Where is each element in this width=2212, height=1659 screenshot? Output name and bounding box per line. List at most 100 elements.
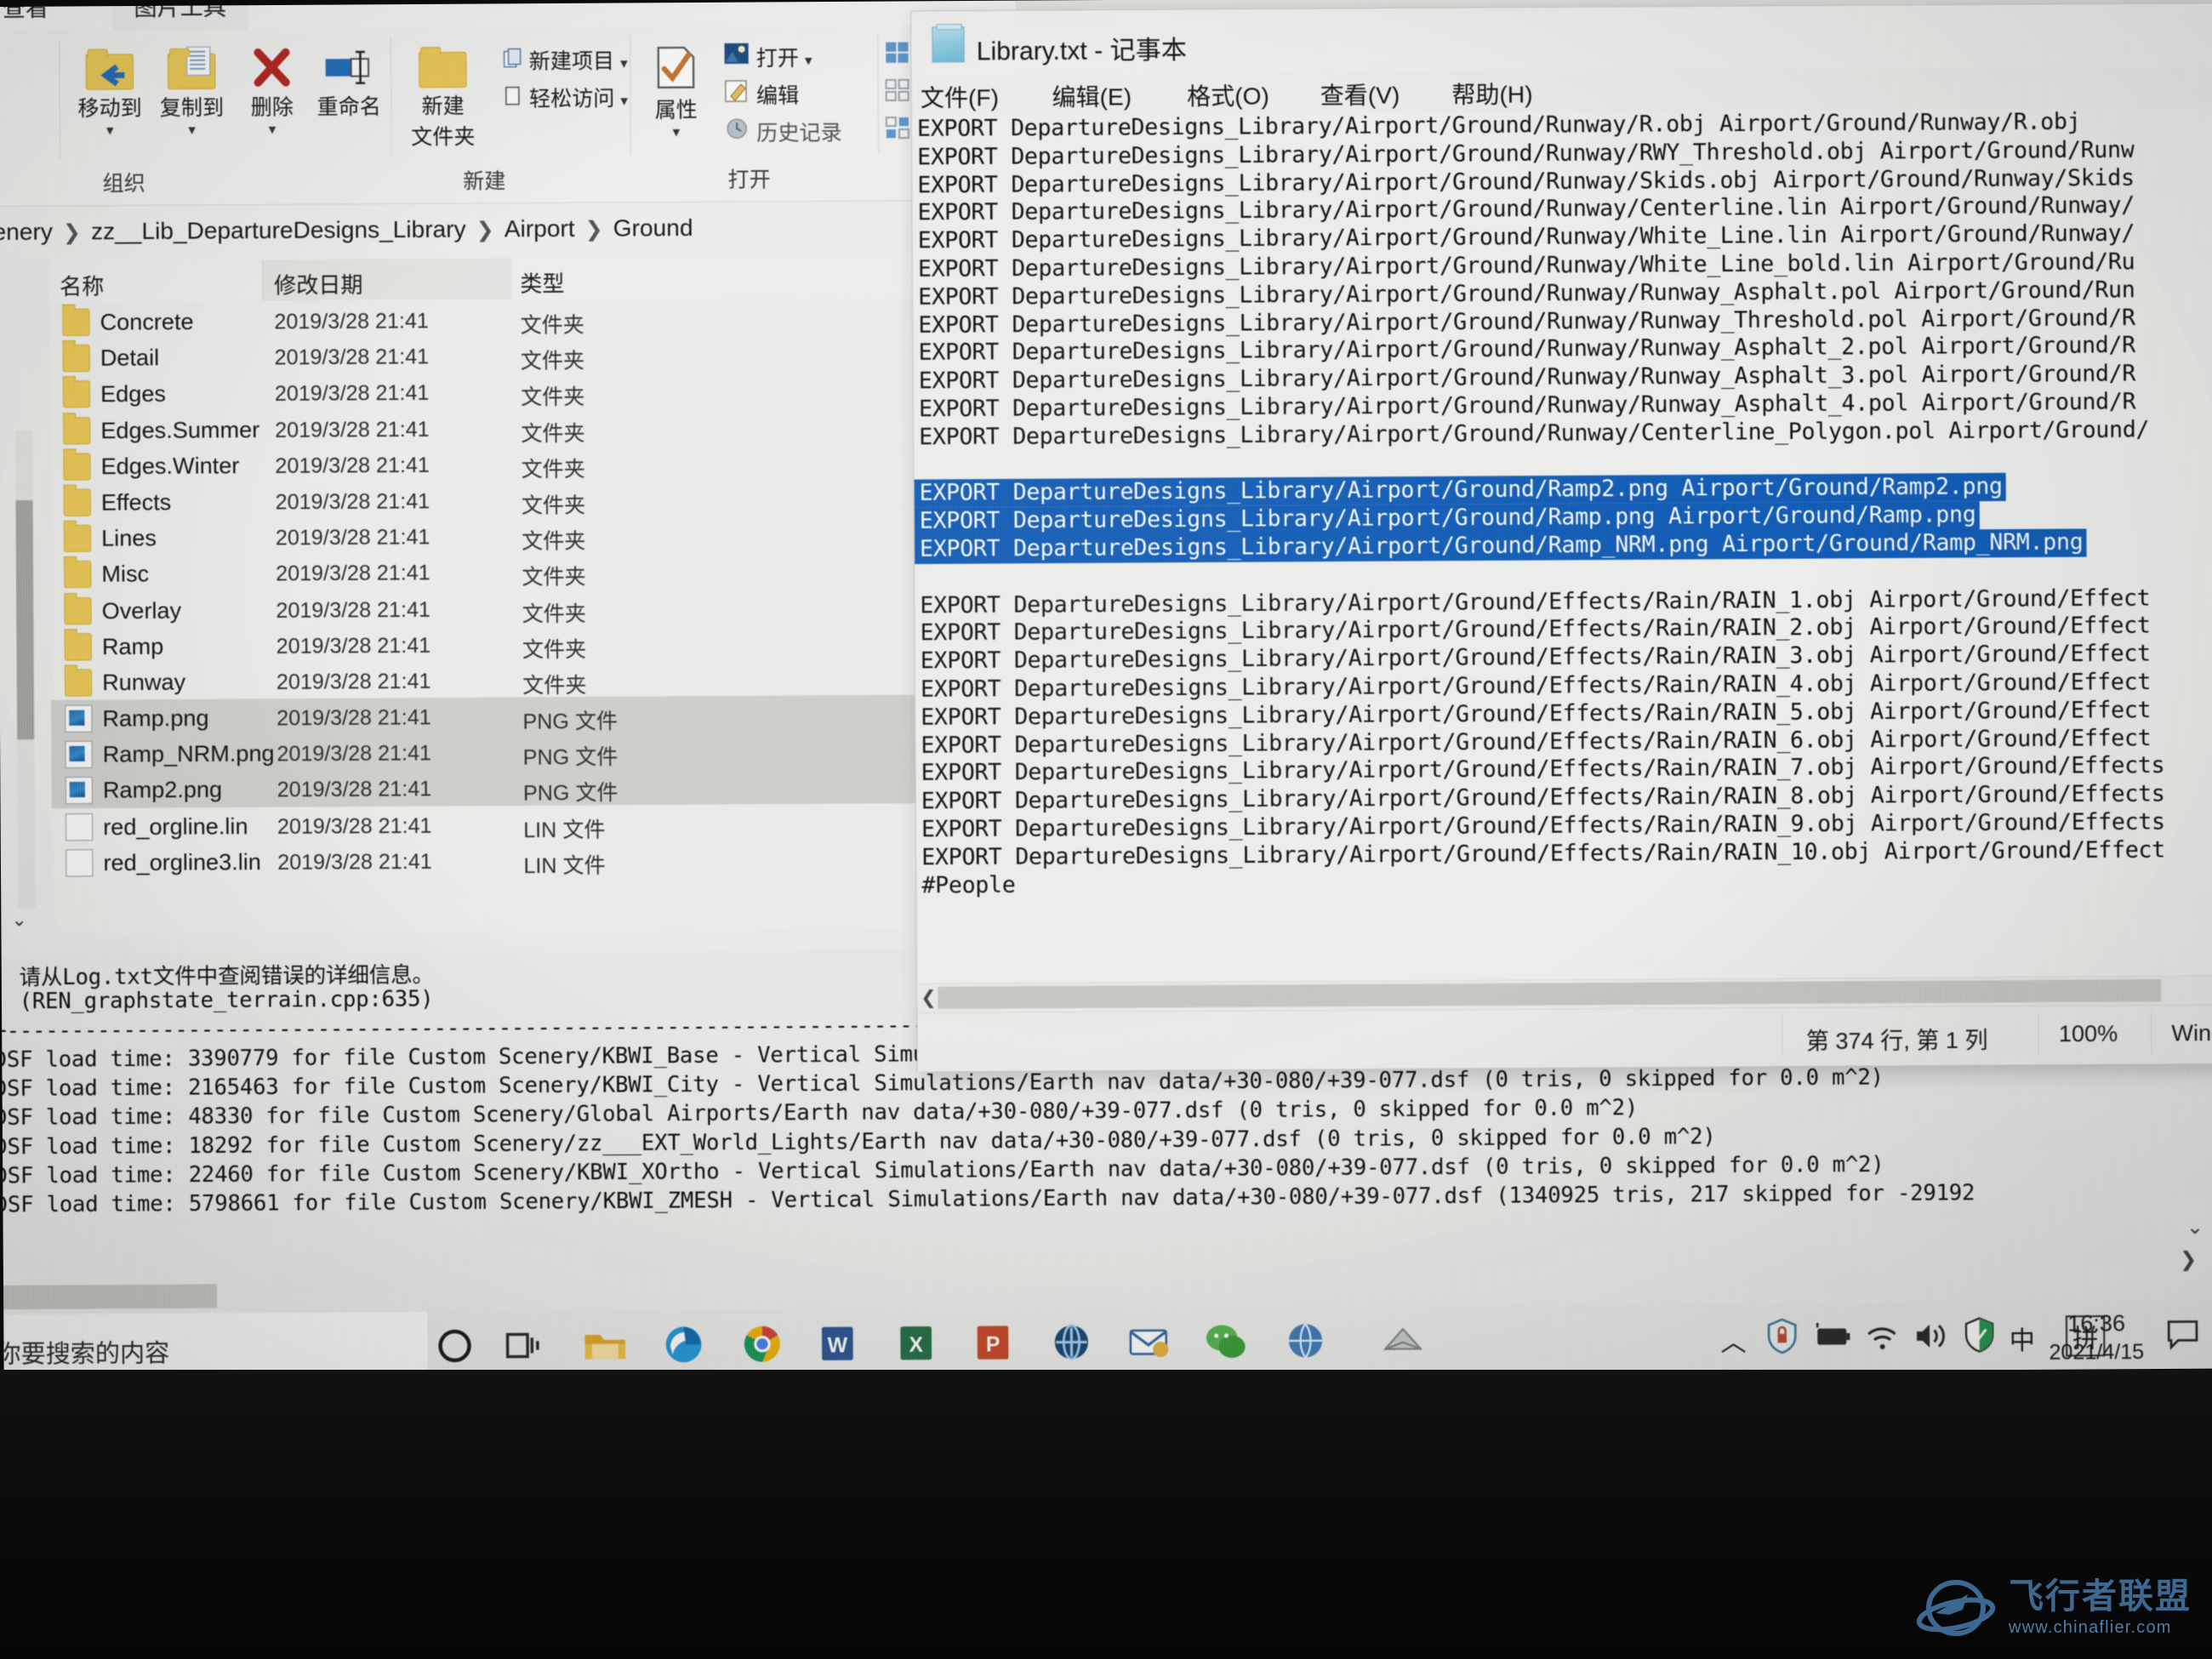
edit-item[interactable]: 编辑 — [724, 79, 800, 111]
breadcrumb-item-0[interactable]: stom Scenery — [0, 219, 53, 246]
table-row[interactable]: Detail 2019/3/28 21:41 文件夹 — [48, 334, 1018, 375]
column-header-type[interactable]: 类型 — [520, 266, 564, 298]
breadcrumb-item-3[interactable]: Ground — [613, 214, 693, 242]
move-to-caret-icon[interactable]: ▾ — [106, 123, 114, 139]
table-row[interactable]: Ramp 2019/3/28 21:41 文件夹 — [51, 622, 1020, 664]
copy-to-caret-icon[interactable]: ▾ — [188, 122, 196, 138]
table-row[interactable]: Misc 2019/3/28 21:41 文件夹 — [50, 550, 1019, 592]
notepad-status-eol[interactable]: Wind — [2171, 1020, 2212, 1047]
tray-security-icon[interactable] — [1765, 1317, 1799, 1354]
table-row[interactable]: Lines 2019/3/28 21:41 文件夹 — [50, 514, 1019, 556]
log-scroll-down-icon[interactable]: ⌄ — [2186, 1215, 2203, 1240]
tray-defender-icon[interactable] — [1961, 1316, 1997, 1354]
properties-caret-icon[interactable]: ▾ — [673, 124, 681, 140]
file-date: 2019/3/28 21:41 — [275, 453, 430, 478]
new-item-label[interactable]: 新建项目 ▾ — [503, 44, 628, 76]
menu-help[interactable]: 帮助(H) — [1451, 76, 1532, 111]
file-name: red_orgline.lin — [103, 812, 248, 840]
column-header-date[interactable]: 修改日期 — [274, 268, 363, 300]
new-item-caret-icon[interactable]: ▾ — [620, 55, 628, 71]
column-header-name[interactable]: 名称 — [60, 269, 104, 300]
easy-access-caret-icon[interactable]: ▾ — [620, 93, 628, 109]
folder-icon — [63, 524, 92, 553]
file-explorer-icon[interactable] — [583, 1323, 628, 1368]
delete-caret-icon[interactable]: ▾ — [269, 122, 276, 138]
edge-icon[interactable] — [661, 1322, 706, 1367]
file-type: 文件夹 — [522, 565, 586, 590]
folder-icon — [63, 416, 91, 445]
file-type: 文件夹 — [521, 457, 586, 482]
word-icon[interactable]: W — [815, 1321, 860, 1366]
new-folder-button[interactable]: 新建 文件夹 — [397, 47, 488, 151]
table-row[interactable]: red_orgline.lin 2019/3/28 21:41 LIN 文件 — [52, 802, 1021, 844]
table-row[interactable]: Ramp_NRM.png 2019/3/28 21:41 PNG 文件 — [51, 730, 1021, 772]
nav-chevron-down-icon[interactable]: ⌄ — [11, 909, 27, 931]
action-center-icon[interactable] — [2164, 1318, 2200, 1350]
notepad-status-divider-1 — [2038, 1013, 2039, 1055]
breadcrumb-bar[interactable]: stom Scenery ❯ zz__Lib_DepartureDesigns_Li… — [0, 200, 1018, 261]
chrome-icon[interactable] — [740, 1322, 785, 1367]
easy-access-icon — [504, 86, 529, 112]
copy-to-button[interactable]: 复制到 ▾ — [146, 46, 237, 139]
table-row[interactable]: Overlay 2019/3/28 21:41 文件夹 — [50, 586, 1019, 628]
tray-wifi-icon[interactable] — [1862, 1320, 1900, 1353]
table-row[interactable]: Effects 2019/3/28 21:41 文件夹 — [49, 478, 1018, 520]
notepad-status-zoom[interactable]: 100% — [2059, 1021, 2118, 1048]
edit-icon — [724, 79, 756, 109]
navigation-pane: McCurd ⌃ cal Simul. Designs_ ⌄ — [0, 259, 54, 935]
search-placeholder: 入你要搜索的内容 — [0, 1340, 170, 1369]
wechat-icon[interactable] — [1203, 1319, 1248, 1364]
menu-view[interactable]: 查看(V) — [1320, 77, 1400, 111]
easy-access-text: 轻松访问 — [528, 86, 615, 111]
breadcrumb-item-1[interactable]: zz__Lib_DepartureDesigns_Library — [91, 216, 466, 245]
table-row[interactable]: Edges.Summer 2019/3/28 21:41 文件夹 — [49, 406, 1018, 448]
file-type: 文件夹 — [521, 493, 586, 518]
rename-button[interactable]: 重命名 — [304, 47, 395, 121]
table-row[interactable]: Runway 2019/3/28 21:41 文件夹 — [51, 658, 1020, 700]
open-picture-icon — [723, 42, 755, 71]
organize-group-label: 组织 — [102, 171, 145, 197]
menu-file[interactable]: 文件(F) — [921, 79, 999, 114]
xplane-icon[interactable] — [1049, 1320, 1094, 1365]
powerpoint-icon[interactable]: P — [971, 1320, 1016, 1365]
tray-chevron-up-icon[interactable]: ︿ — [1720, 1321, 1746, 1359]
tab-view[interactable]: 查看 — [3, 0, 48, 23]
tray-volume-icon[interactable] — [1912, 1320, 1949, 1352]
file-type: 文件夹 — [520, 349, 585, 374]
notepad-scroll-left-icon[interactable]: ❮ — [921, 987, 937, 1009]
notepad-text-area[interactable]: EXPORT DepartureDesigns_Library/Airport/… — [911, 107, 2212, 983]
table-row[interactable]: Ramp.png 2019/3/28 21:41 PNG 文件 — [51, 693, 1020, 737]
breadcrumb[interactable]: stom Scenery ❯ zz__Lib_DepartureDesigns_Li… — [0, 214, 693, 247]
task-view-icon[interactable] — [501, 1323, 546, 1368]
open-item[interactable]: 打开 ▾ — [723, 41, 812, 72]
file-name: Edges.Summer — [100, 416, 260, 443]
easy-access-label[interactable]: 轻松访问 ▾ — [504, 82, 628, 113]
log-hscroll-thumb[interactable] — [3, 1284, 218, 1310]
history-item[interactable]: 历史记录 — [724, 116, 842, 147]
notepad-icon — [932, 26, 965, 63]
breadcrumb-item-2[interactable]: Airport — [505, 215, 575, 242]
tray-ime-mode[interactable]: 中 — [2010, 1320, 2035, 1357]
table-row[interactable]: Concrete 2019/3/28 21:41 文件夹 — [48, 298, 1018, 339]
globe-icon[interactable] — [1283, 1319, 1328, 1364]
open-caret-icon[interactable]: ▾ — [805, 52, 812, 68]
table-row[interactable]: Ramp2.png 2019/3/28 21:41 PNG 文件 — [51, 766, 1021, 808]
excel-icon[interactable]: X — [893, 1320, 938, 1365]
table-row[interactable]: Edges.Winter 2019/3/28 21:41 文件夹 — [49, 442, 1018, 483]
table-row[interactable]: red_orgline3.lin 2019/3/28 21:41 LIN 文件 — [52, 838, 1021, 880]
mail-icon[interactable] — [1126, 1320, 1172, 1365]
nav-scrollbar-thumb[interactable] — [15, 500, 35, 740]
properties-button[interactable]: 属性 ▾ — [635, 45, 717, 141]
move-to-button[interactable]: 移动到 ▾ — [64, 48, 155, 140]
log-scroll-right-icon[interactable]: ❯ — [2180, 1247, 2197, 1272]
menu-format[interactable]: 格式(O) — [1187, 77, 1269, 112]
clock[interactable]: 16:36 2021/4/15 — [2037, 1310, 2157, 1365]
cortana-icon[interactable] — [432, 1324, 477, 1369]
open-text: 打开 — [755, 46, 800, 71]
notepad-title-bar[interactable]: Library.txt - 记事本 — [911, 3, 2212, 75]
sketchup-icon[interactable] — [1381, 1318, 1426, 1363]
table-row[interactable]: Edges 2019/3/28 21:41 文件夹 — [49, 370, 1018, 412]
menu-edit[interactable]: 编辑(E) — [1052, 78, 1132, 113]
tray-battery-icon[interactable] — [1813, 1322, 1852, 1351]
svg-text:X: X — [909, 1334, 923, 1357]
